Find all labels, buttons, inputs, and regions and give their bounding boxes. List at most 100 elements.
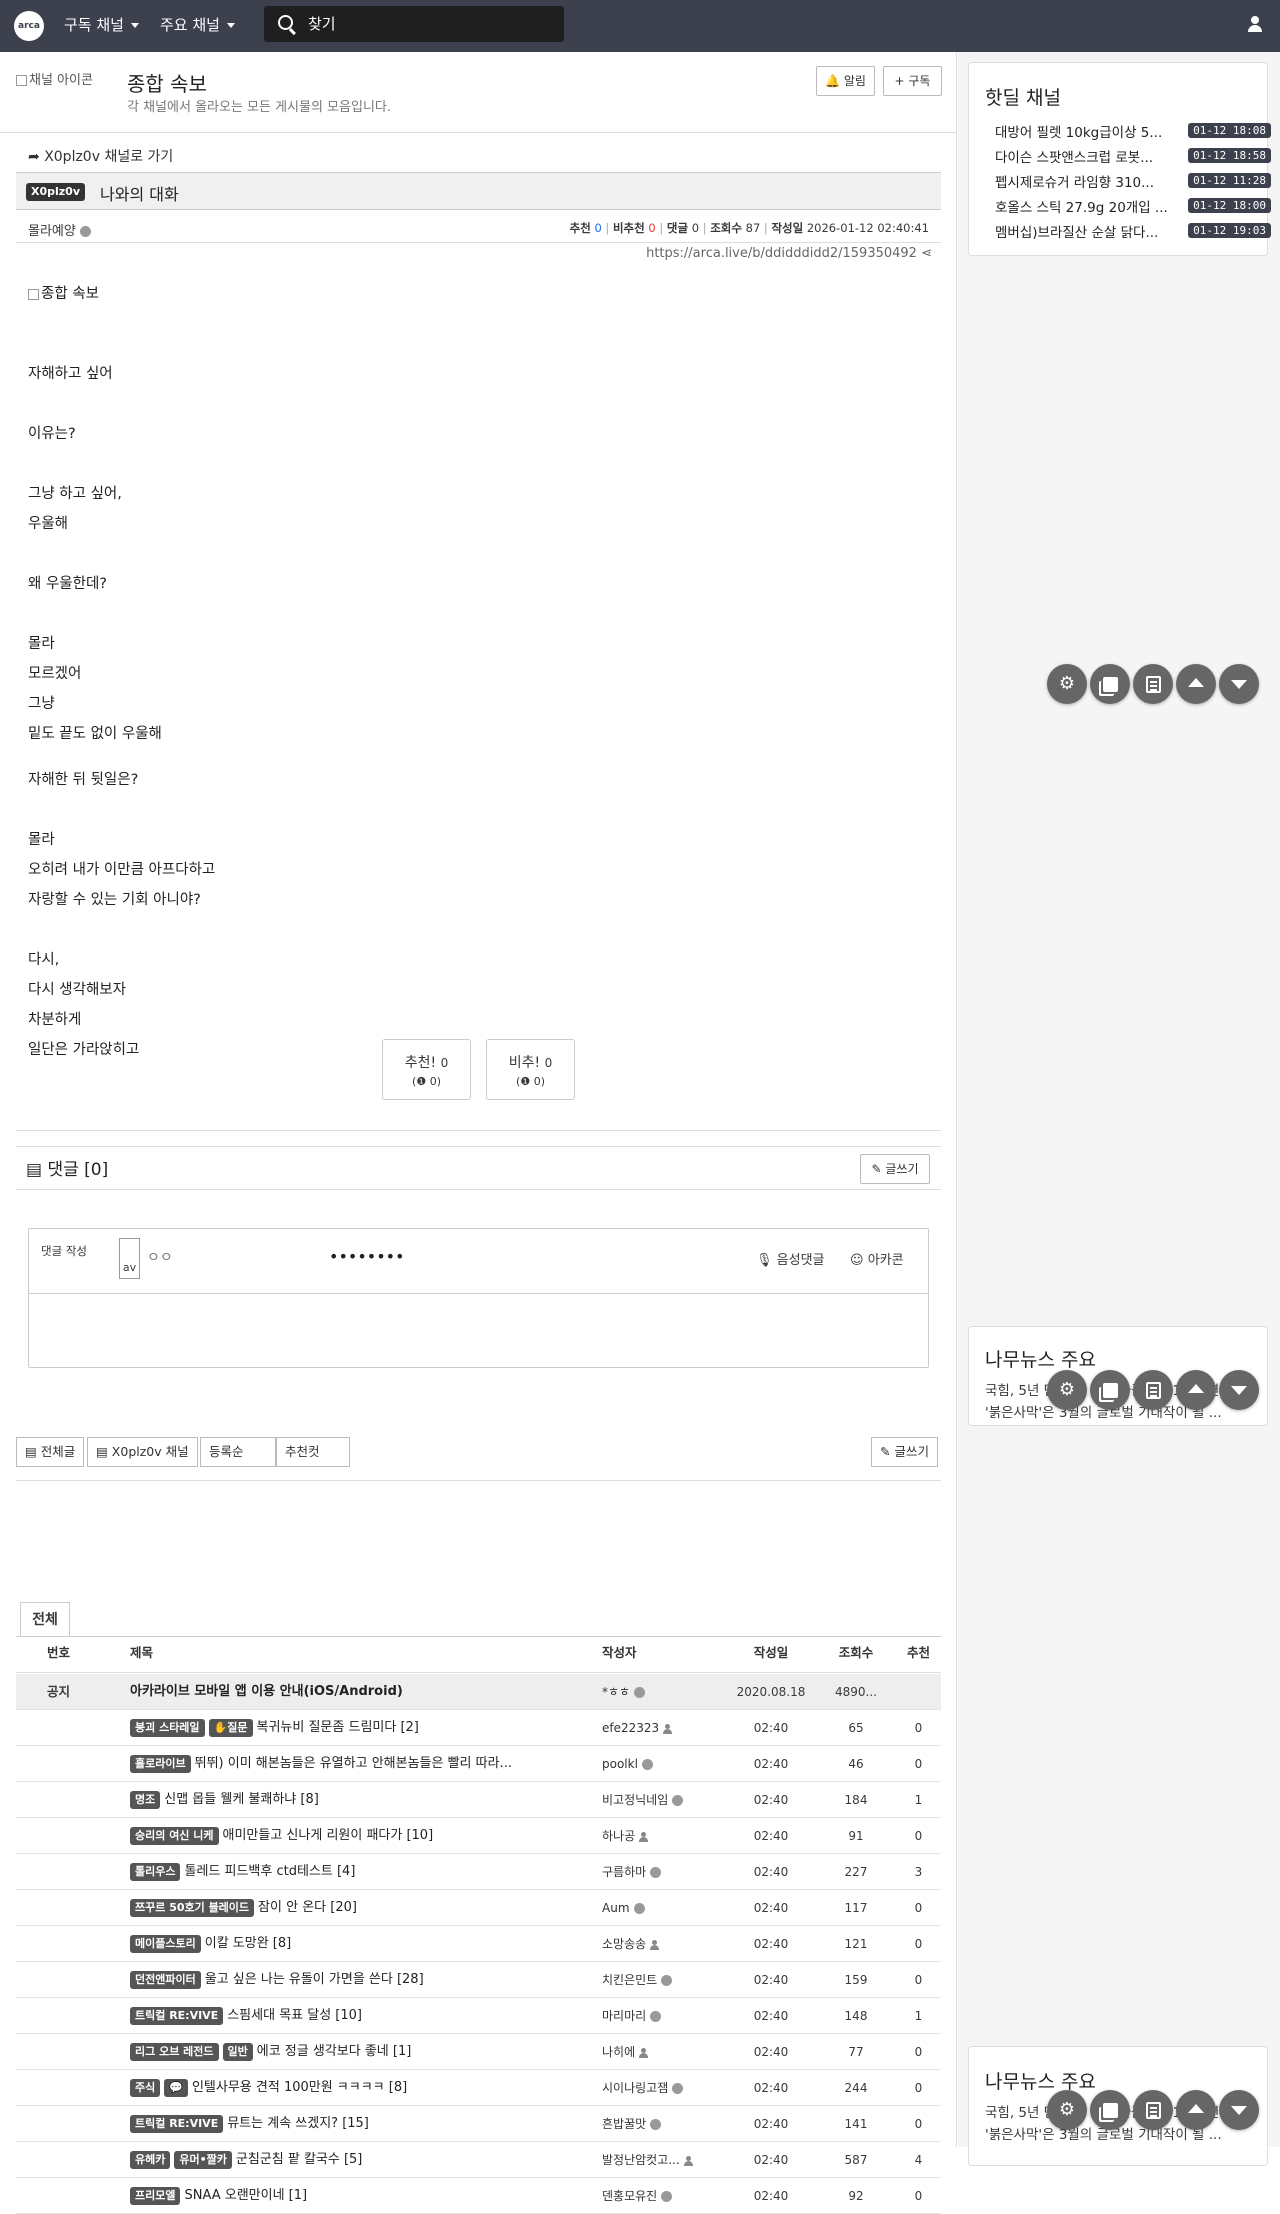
news-title[interactable]: 나무뉴스 주요: [985, 1345, 1096, 1372]
arrow-up-icon[interactable]: [1176, 664, 1216, 704]
comment-name-input[interactable]: [147, 1243, 257, 1273]
vote-down-button[interactable]: 비추! 0 (❶ 0): [486, 1039, 575, 1100]
table-row[interactable]: 승리의 여신 니케 애미만들고 신나게 리원이 패다가 [10] 하나공 02:40 9…: [16, 1818, 941, 1854]
settings-icon[interactable]: ⚙: [1047, 1370, 1087, 1410]
post-author[interactable]: 치킨은민트: [602, 1962, 712, 1998]
comment-write-button[interactable]: ✎ 글쓰기: [860, 1154, 930, 1184]
hotdeal-item[interactable]: 대방어 필렛 10kg급이상 5... 01-12 18:08: [995, 121, 1271, 141]
category-badge[interactable]: 유머•짤카: [174, 2150, 232, 2169]
arcacon-button[interactable]: ☺ 아카콘: [850, 1249, 904, 1268]
table-row[interactable]: 붕괴 스타레일 ✋질문 복귀뉴비 질문좀 드림미다 [2] efe22323 02:40…: [16, 1710, 941, 1746]
comment-password-input[interactable]: ••••••••: [329, 1247, 405, 1266]
post-title[interactable]: 유헤카 유머•짤카 군침군침 팥 칼국수 [5]: [130, 2142, 588, 2178]
post-title[interactable]: 홀로라이브 뛰뛰) 이미 해본놈들은 유열하고 안해본놈들은 빨리 따라...: [130, 1746, 588, 1782]
post-write-button[interactable]: ✎ 글쓰기: [871, 1437, 938, 1467]
arrow-down-icon[interactable]: [1219, 1370, 1259, 1410]
article-author[interactable]: 몰라예양: [28, 220, 91, 239]
post-title[interactable]: 던전앤파이터 울고 싶은 나는 유돌이 가면을 쓴다 [28]: [130, 1962, 588, 1998]
arrow-up-icon[interactable]: [1176, 1370, 1216, 1410]
alarm-button[interactable]: 🔔 알림: [816, 66, 875, 96]
category-badge[interactable]: 주식: [130, 2078, 161, 2097]
vote-up-button[interactable]: 추천! 0 (❶ 0): [382, 1039, 471, 1100]
document-icon[interactable]: [1133, 664, 1173, 704]
post-author[interactable]: 비고정닉네임: [602, 1782, 712, 1818]
channel-posts-button[interactable]: ▤ X0plz0v 채널: [87, 1437, 198, 1467]
arca-logo[interactable]: arca: [14, 11, 44, 41]
settings-icon[interactable]: ⚙: [1047, 664, 1087, 704]
table-row[interactable]: 메이플스토리 이칼 도망완 [8] 소망송송 02:40 121 0: [16, 1926, 941, 1962]
user-icon[interactable]: [1248, 16, 1262, 32]
category-badge[interactable]: 프리모엘: [130, 2186, 181, 2205]
copy-icon[interactable]: [1090, 1370, 1130, 1410]
share-icon[interactable]: ⋖: [921, 246, 932, 261]
nav-subscribed-dropdown[interactable]: 구독 채널: [64, 0, 139, 52]
category-badge[interactable]: 붕괴 스타레일: [130, 1718, 205, 1737]
settings-icon[interactable]: ⚙: [1047, 2090, 1087, 2130]
post-author[interactable]: 흔밥꿀맛: [602, 2106, 712, 2142]
category-badge[interactable]: 승리의 여신 니케: [130, 1826, 219, 1845]
copy-icon[interactable]: [1090, 664, 1130, 704]
post-author[interactable]: 나히에: [602, 2034, 712, 2070]
nav-major-dropdown[interactable]: 주요 채널: [160, 0, 235, 52]
board-title[interactable]: 종합 속보: [127, 68, 207, 97]
arrow-up-icon[interactable]: [1176, 2090, 1216, 2130]
post-title[interactable]: 트릭컬 RE:VIVE 스핌세대 목표 달성 [10]: [130, 1998, 588, 2034]
category-badge[interactable]: 던전앤파이터: [130, 1970, 201, 1989]
category-badge[interactable]: 일반: [222, 2042, 253, 2061]
hotdeal-title[interactable]: 핫딜 채널: [985, 83, 1061, 110]
category-badge[interactable]: 메이플스토리: [130, 1934, 201, 1953]
post-title[interactable]: 메이플스토리 이칼 도망완 [8]: [130, 1926, 588, 1962]
notice-row[interactable]: 공지 아카라이브 모바일 앱 이용 안내(iOS/Android) *ㅎㅎ 20…: [16, 1674, 941, 1710]
table-row[interactable]: 트릭컬 RE:VIVE 스핌세대 목표 달성 [10] 마리마리 02:40 148 1: [16, 1998, 941, 2034]
post-author[interactable]: 소망송송: [602, 1926, 712, 1962]
voice-comment-button[interactable]: 🎙 음성댓글: [756, 1249, 825, 1268]
table-row[interactable]: 프리모엘 SNAA 오랜만이네 [1] 덴홍모유진 02:40 92 0: [16, 2178, 941, 2214]
category-badge[interactable]: 쯔꾸르 50호기 블레이드: [130, 1898, 255, 1917]
post-title[interactable]: 명조 신맵 몹들 웰케 불쾌하냐 [8]: [130, 1782, 588, 1818]
post-title[interactable]: 리그 오브 레전드 일반 에코 정글 생각보다 좋네 [1]: [130, 2034, 588, 2070]
table-row[interactable]: 명조 신맵 몹들 웰케 불쾌하냐 [8] 비고정닉네임 02:40 184 1: [16, 1782, 941, 1818]
table-row[interactable]: 리그 오브 레전드 일반 에코 정글 생각보다 좋네 [1] 나히에 02:40 77 0: [16, 2034, 941, 2070]
post-author[interactable]: efe22323: [602, 1710, 712, 1746]
document-icon[interactable]: [1133, 1370, 1173, 1410]
category-badge[interactable]: 💬: [164, 2078, 188, 2097]
search-icon[interactable]: [278, 15, 293, 30]
hotdeal-item[interactable]: 호올스 스틱 27.9g 20개입 ... 01-12 18:00: [995, 196, 1271, 216]
search-input[interactable]: [308, 6, 558, 42]
post-author[interactable]: Aum: [602, 1890, 712, 1926]
subscribe-button[interactable]: + 구독: [883, 66, 942, 96]
post-author[interactable]: poolkl: [602, 1746, 712, 1782]
category-badge[interactable]: 트릭컬 RE:VIVE: [130, 2006, 224, 2025]
tab-all[interactable]: 전체: [20, 1602, 70, 1636]
post-title[interactable]: 주식 💬 인텔사무용 견적 100만원 ㅋㅋㅋㅋ [8]: [130, 2070, 588, 2106]
category-badge[interactable]: 유헤카: [130, 2150, 171, 2169]
table-row[interactable]: 쯔꾸르 50호기 블레이드 잠이 안 온다 [20] Aum 02:40 117 0: [16, 1890, 941, 1926]
category-badge[interactable]: 트릭컬 RE:VIVE: [130, 2114, 224, 2133]
channel-badge[interactable]: X0plz0v: [26, 183, 86, 201]
post-author[interactable]: 마리마리: [602, 1998, 712, 2034]
table-row[interactable]: 던전앤파이터 울고 싶은 나는 유돌이 가면을 쓴다 [28] 치킨은민트 02:40…: [16, 1962, 941, 1998]
post-author[interactable]: 구름하마: [602, 1854, 712, 1890]
hotdeal-item[interactable]: 멤버십)브라질산 순살 닭다... 01-12 19:03: [995, 221, 1271, 241]
avatar[interactable]: av: [119, 1238, 140, 1279]
hotdeal-item[interactable]: 펩시제로슈거 라임향 310... 01-12 11:28: [995, 171, 1271, 191]
table-row[interactable]: 트릭컬 RE:VIVE 뮤트는 계속 쓰겠지? [15] 흔밥꿀맛 02:40 141 0: [16, 2106, 941, 2142]
table-row[interactable]: 톨리우스 톨레드 피드백후 ctd테스트 [4] 구름하마 02:40 227 3: [16, 1854, 941, 1890]
post-title[interactable]: 프리모엘 SNAA 오랜만이네 [1]: [130, 2178, 588, 2214]
arrow-down-icon[interactable]: [1219, 664, 1259, 704]
notice-title[interactable]: 아카라이브 모바일 앱 이용 안내(iOS/Android): [130, 1674, 588, 1710]
category-badge[interactable]: 리그 오브 레전드: [130, 2042, 219, 2061]
comment-textarea[interactable]: [29, 1294, 928, 1367]
post-title[interactable]: 쯔꾸르 50호기 블레이드 잠이 안 온다 [20]: [130, 1890, 588, 1926]
all-posts-button[interactable]: ▤ 전체글: [16, 1437, 85, 1467]
goto-channel-link[interactable]: ➦ X0plz0v 채널로 가기: [28, 146, 173, 166]
post-title[interactable]: 톨리우스 톨레드 피드백후 ctd테스트 [4]: [130, 1854, 588, 1890]
notice-author[interactable]: *ㅎㅎ: [602, 1674, 712, 1710]
document-icon[interactable]: [1133, 2090, 1173, 2130]
table-row[interactable]: 홀로라이브 뛰뛰) 이미 해본놈들은 유열하고 안해본놈들은 빨리 따라... po…: [16, 1746, 941, 1782]
article-url[interactable]: https://arca.live/b/ddidddidd2/159350492…: [560, 246, 932, 261]
post-author[interactable]: 하나공: [602, 1818, 712, 1854]
post-title[interactable]: 승리의 여신 니케 애미만들고 신나게 리원이 패다가 [10]: [130, 1818, 588, 1854]
arrow-down-icon[interactable]: [1219, 2090, 1259, 2130]
category-badge[interactable]: 명조: [130, 1790, 161, 1809]
